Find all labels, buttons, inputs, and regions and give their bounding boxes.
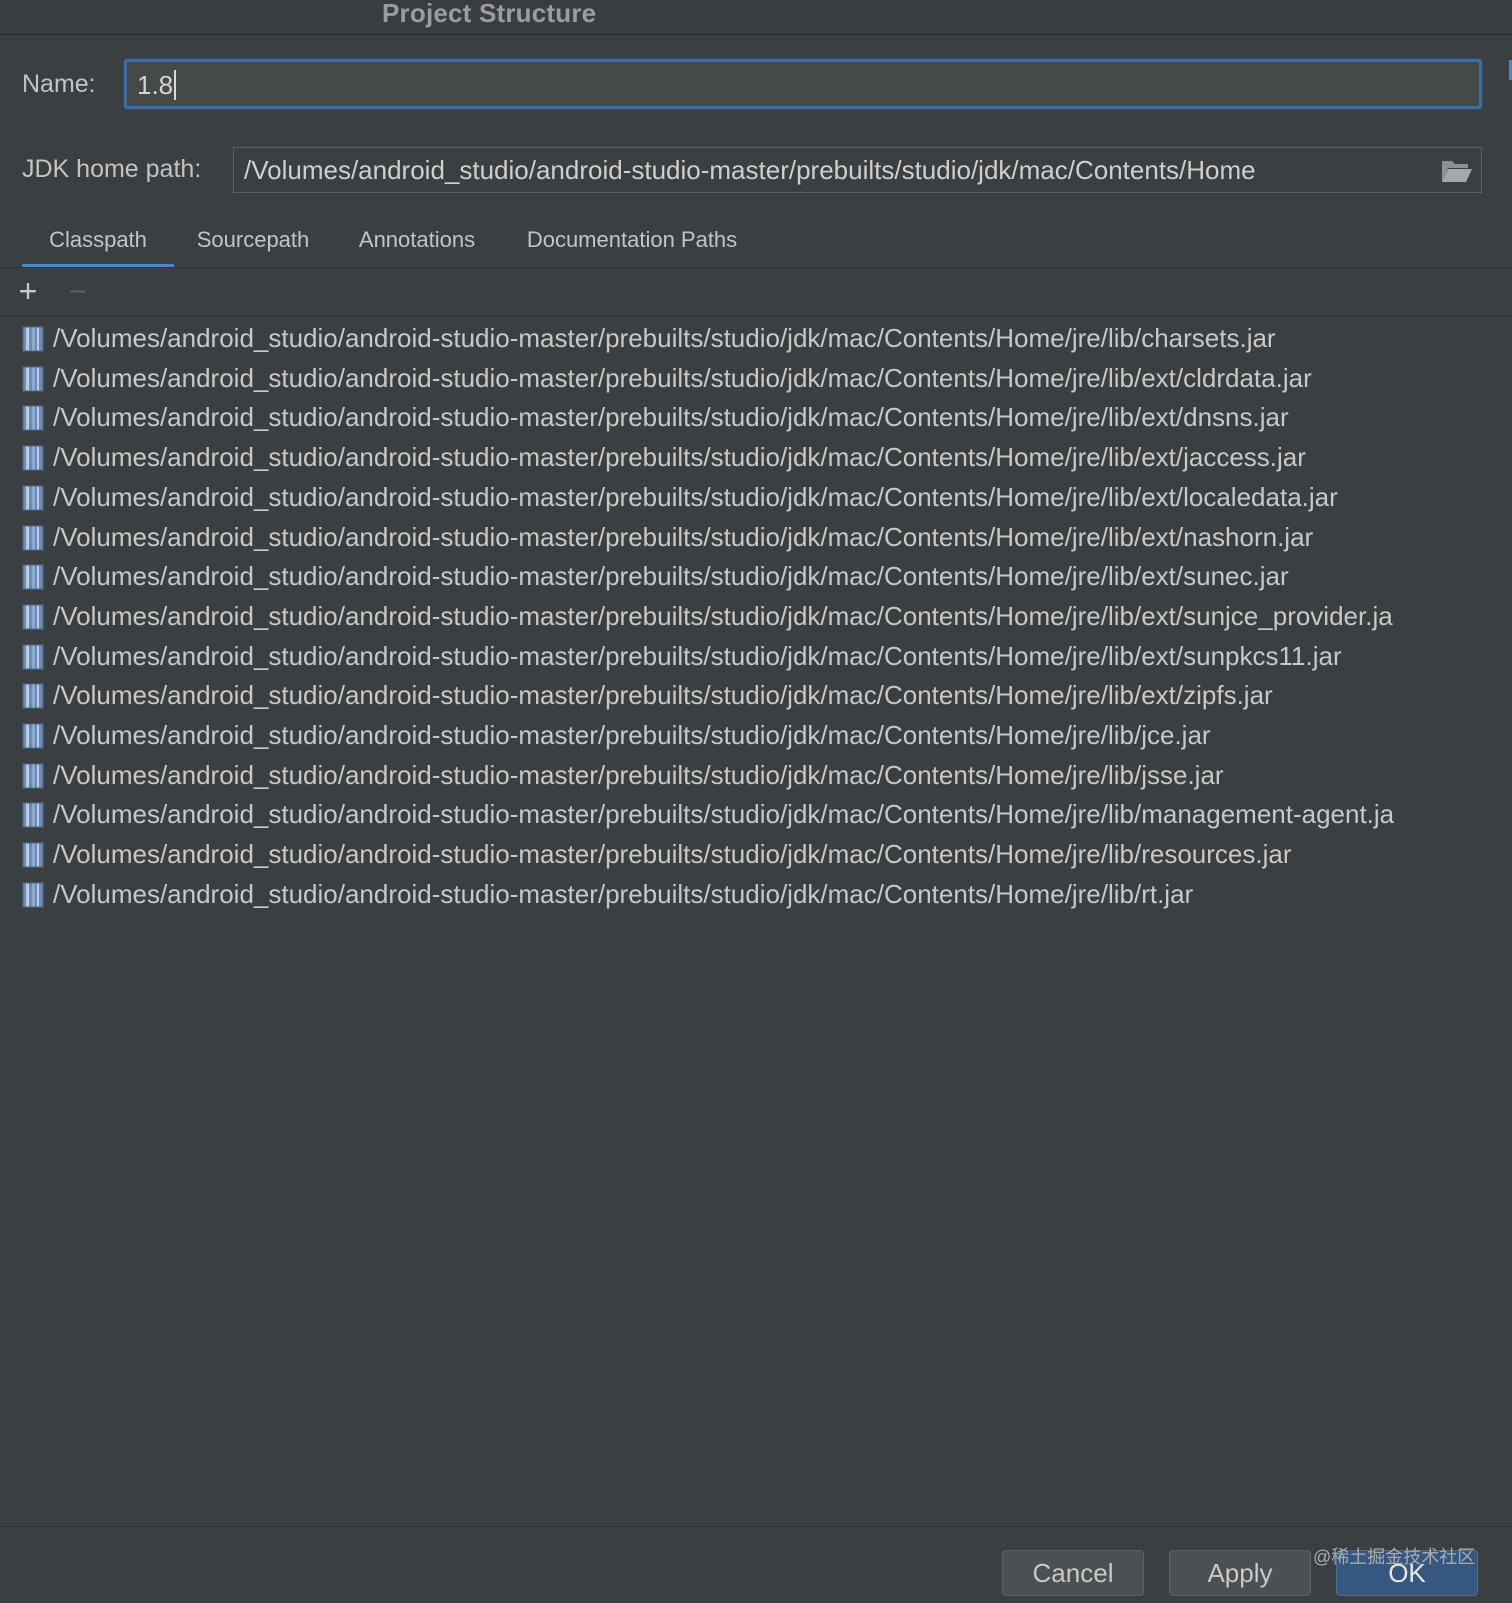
minus-icon: − — [68, 273, 88, 309]
jar-library-icon — [22, 564, 44, 590]
tab-documentation-paths[interactable]: Documentation Paths — [522, 222, 742, 268]
name-label: Name: — [22, 70, 96, 98]
footer-divider — [0, 1526, 1512, 1527]
classpath-path: /Volumes/android_studio/android-studio-m… — [53, 521, 1314, 552]
classpath-path: /Volumes/android_studio/android-studio-m… — [53, 640, 1342, 671]
jar-library-icon — [22, 723, 44, 749]
classpath-path: /Volumes/android_studio/android-studio-m… — [53, 759, 1224, 790]
jar-library-icon — [22, 445, 44, 471]
classpath-row[interactable]: /Volumes/android_studio/android-studio-m… — [0, 439, 1512, 479]
classpath-path: /Volumes/android_studio/android-studio-m… — [53, 839, 1292, 870]
classpath-row[interactable]: /Volumes/android_studio/android-studio-m… — [0, 320, 1512, 360]
jar-library-icon — [22, 525, 44, 551]
classpath-row[interactable]: /Volumes/android_studio/android-studio-m… — [0, 717, 1512, 757]
classpath-path: /Volumes/android_studio/android-studio-m… — [53, 402, 1289, 433]
name-input-value: 1.8 — [137, 70, 174, 100]
classpath-row[interactable]: /Volumes/android_studio/android-studio-m… — [0, 796, 1512, 836]
jar-library-icon — [22, 842, 44, 868]
watermark: @稀土掘金技术社区 — [1313, 1547, 1476, 1567]
text-caret — [174, 70, 177, 100]
jar-library-icon — [22, 485, 44, 511]
classpath-path: /Volumes/android_studio/android-studio-m… — [53, 680, 1273, 711]
browse-folder-button[interactable] — [1439, 154, 1473, 186]
classpath-row[interactable]: /Volumes/android_studio/android-studio-m… — [0, 479, 1512, 519]
jar-library-icon — [22, 683, 44, 709]
classpath-path: /Volumes/android_studio/android-studio-m… — [53, 720, 1211, 750]
classpath-path: /Volumes/android_studio/android-studio-m… — [53, 561, 1289, 592]
jar-library-icon — [22, 326, 44, 352]
jdk-home-path-field[interactable]: /Volumes/android_studio/android-studio-m… — [233, 147, 1482, 193]
project-structure-dialog: Project Structure Name: 1.8 JDK home pat… — [0, 0, 1512, 1603]
classpath-row[interactable]: /Volumes/android_studio/android-studio-m… — [0, 598, 1512, 638]
classpath-path: /Volumes/android_studio/android-studio-m… — [53, 878, 1194, 909]
remove-path-button[interactable]: − — [63, 275, 93, 307]
tab-annotations[interactable]: Annotations — [347, 222, 487, 268]
classpath-row[interactable]: /Volumes/android_studio/android-studio-m… — [0, 836, 1512, 876]
cancel-button[interactable]: Cancel — [1002, 1550, 1144, 1596]
folder-open-icon — [1442, 161, 1472, 182]
plus-icon: + — [18, 273, 38, 309]
classpath-row[interactable]: /Volumes/android_studio/android-studio-m… — [0, 399, 1512, 439]
jar-library-icon — [22, 882, 44, 908]
classpath-path: /Volumes/android_studio/android-studio-m… — [53, 362, 1312, 393]
classpath-row[interactable]: /Volumes/android_studio/android-studio-m… — [0, 876, 1512, 916]
classpath-path: /Volumes/android_studio/android-studio-m… — [53, 799, 1395, 830]
jar-library-icon — [22, 366, 44, 392]
name-input[interactable]: 1.8 — [124, 59, 1482, 109]
classpath-row[interactable]: /Volumes/android_studio/android-studio-m… — [0, 558, 1512, 598]
classpath-row[interactable]: /Volumes/android_studio/android-studio-m… — [0, 757, 1512, 797]
jar-library-icon — [22, 604, 44, 630]
classpath-path: /Volumes/android_studio/android-studio-m… — [53, 481, 1338, 512]
classpath-toolbar: + − — [0, 268, 1512, 316]
jar-library-icon — [22, 763, 44, 789]
jar-library-icon — [22, 644, 44, 670]
tab-sourcepath[interactable]: Sourcepath — [188, 222, 318, 268]
classpath-row[interactable]: /Volumes/android_studio/android-studio-m… — [0, 519, 1512, 559]
dialog-title: Project Structure — [382, 0, 597, 28]
classpath-row[interactable]: /Volumes/android_studio/android-studio-m… — [0, 638, 1512, 678]
apply-button[interactable]: Apply — [1169, 1550, 1311, 1596]
classpath-path: /Volumes/android_studio/android-studio-m… — [53, 442, 1306, 473]
jar-library-icon — [22, 405, 44, 431]
classpath-row[interactable]: /Volumes/android_studio/android-studio-m… — [0, 677, 1512, 717]
title-bar: Project Structure — [0, 0, 1512, 35]
add-path-button[interactable]: + — [13, 275, 43, 307]
classpath-row[interactable]: /Volumes/android_studio/android-studio-m… — [0, 360, 1512, 400]
classpath-path: /Volumes/android_studio/android-studio-m… — [53, 323, 1276, 353]
classpath-list[interactable]: /Volumes/android_studio/android-studio-m… — [0, 316, 1512, 1526]
classpath-path: /Volumes/android_studio/android-studio-m… — [53, 600, 1393, 631]
jar-library-icon — [22, 802, 44, 828]
jdk-home-path-label: JDK home path: — [22, 155, 202, 183]
jdk-home-path-value: /Volumes/android_studio/android-studio-m… — [244, 155, 1256, 185]
tab-classpath[interactable]: Classpath — [22, 222, 174, 268]
